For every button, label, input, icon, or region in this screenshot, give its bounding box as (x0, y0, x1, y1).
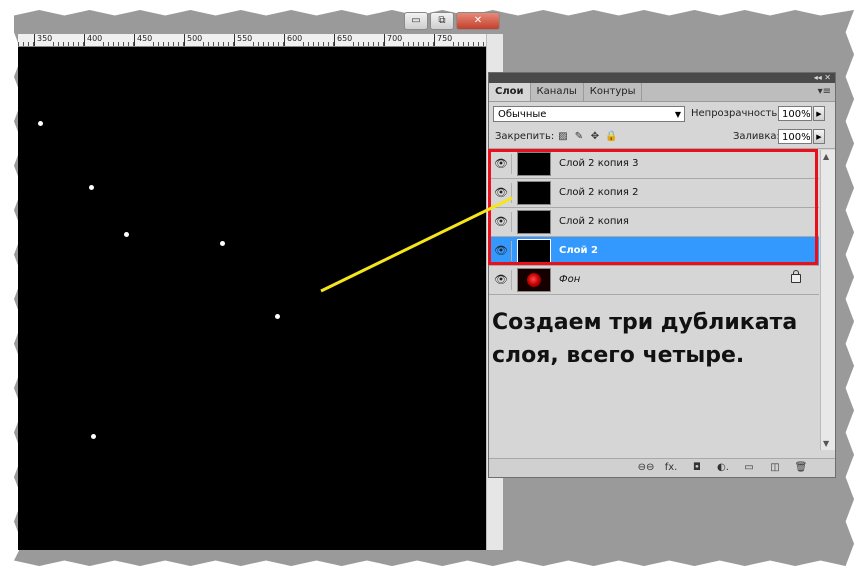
horizontal-ruler: 350 400 450 500 550 600 650 700 750 (18, 34, 486, 47)
eye-icon[interactable]: 👁 (491, 183, 512, 203)
layer-thumbnail (517, 152, 551, 176)
layer-name: Слой 2 копия 3 (559, 158, 639, 169)
minimize-button[interactable]: ▭ (404, 12, 428, 30)
document-canvas[interactable] (18, 47, 486, 550)
layer-name: Фон (559, 274, 581, 285)
panel-controls[interactable]: ◂◂ ✕ (814, 73, 831, 83)
fx-icon[interactable]: fx. (663, 461, 679, 475)
opacity-slider-button[interactable]: ▶ (813, 106, 825, 121)
close-button[interactable]: ✕ (456, 12, 500, 30)
ruler-tick: 750 (434, 34, 453, 46)
layer-row[interactable]: 👁 Слой 2 копия (489, 208, 819, 237)
lock-all-icon[interactable]: 🔒 (605, 131, 617, 142)
mask-icon[interactable]: ◘ (689, 461, 705, 475)
layers-panel: ◂◂ ✕ Слои Каналы Контуры ▾≡ Обычные ▼ Не… (488, 72, 836, 478)
fill-label: Заливка: (733, 131, 780, 142)
panel-bottom-bar: ⊖⊖ fx. ◘ ◐. ▭ ◫ 🗑 (489, 458, 835, 477)
layers-list: 👁 Слой 2 копия 3 👁 Слой 2 копия 2 👁 Слой… (489, 150, 819, 295)
ruler-tick: 600 (284, 34, 303, 46)
ruler-tick: 500 (184, 34, 203, 46)
ruler-tick: 700 (384, 34, 403, 46)
lock-transparent-icon[interactable]: ▨ (557, 131, 569, 142)
layer-row[interactable]: 👁 Слой 2 копия 2 (489, 179, 819, 208)
star-dot (220, 241, 225, 246)
fill-input[interactable]: 100% (778, 129, 812, 144)
layer-thumbnail (517, 210, 551, 234)
link-icon[interactable]: ⊖⊖ (635, 461, 657, 475)
tab-layers[interactable]: Слои (489, 83, 531, 101)
ruler-tick: 550 (234, 34, 253, 46)
ruler-tick: 650 (334, 34, 353, 46)
annotation-text: Создаем три дубликата слоя, всего четыре… (492, 310, 798, 368)
rose-image (527, 273, 541, 287)
lock-icon (791, 270, 801, 283)
blend-row: Обычные ▼ Непрозрачность: 100% ▶ (489, 102, 835, 126)
layer-thumbnail (517, 239, 551, 263)
panel-title-bar[interactable]: ◂◂ ✕ (489, 73, 835, 83)
layer-row[interactable]: 👁 Слой 2 копия 3 (489, 150, 819, 179)
layer-row-selected[interactable]: 👁 Слой 2 (489, 237, 819, 266)
star-dot (38, 121, 43, 126)
blend-mode-select[interactable]: Обычные ▼ (493, 106, 685, 122)
eye-icon[interactable]: 👁 (491, 154, 512, 174)
blend-mode-value: Обычные (498, 109, 547, 120)
lock-position-icon[interactable]: ✥ (589, 131, 601, 142)
layer-name: Слой 2 копия 2 (559, 187, 639, 198)
scroll-down-icon[interactable]: ▼ (823, 439, 829, 448)
window-buttons: ▭ ⧉ ✕ (404, 12, 500, 30)
scroll-up-icon[interactable]: ▲ (823, 152, 829, 161)
star-dot (124, 232, 129, 237)
layer-name: Слой 2 копия (559, 216, 629, 227)
panel-menu-icon[interactable]: ▾≡ (818, 86, 831, 97)
group-icon[interactable]: ▭ (741, 461, 757, 475)
restore-button[interactable]: ⧉ (430, 12, 454, 30)
adjustment-icon[interactable]: ◐. (715, 461, 731, 475)
new-layer-icon[interactable]: ◫ (767, 461, 783, 475)
lock-label: Закрепить: (495, 131, 555, 142)
opacity-label: Непрозрачность: (691, 108, 781, 119)
panel-tabs: Слои Каналы Контуры ▾≡ (489, 83, 835, 102)
ruler-tick: 450 (134, 34, 153, 46)
star-dot (275, 314, 280, 319)
star-dot (89, 185, 94, 190)
tab-channels[interactable]: Каналы (531, 83, 584, 101)
star-dot (91, 434, 96, 439)
lock-row: Закрепить: ▨ ✎ ✥ 🔒 Заливка: 100% ▶ (489, 126, 835, 149)
layer-name: Слой 2 (559, 245, 598, 256)
ruler-tick: 400 (84, 34, 103, 46)
eye-icon[interactable]: 👁 (491, 270, 512, 290)
trash-icon[interactable]: 🗑 (793, 461, 809, 475)
fill-slider-button[interactable]: ▶ (813, 129, 825, 144)
layer-row-background[interactable]: 👁 Фон (489, 266, 819, 295)
eye-icon[interactable]: 👁 (491, 212, 512, 232)
ruler-tick: 350 (34, 34, 53, 46)
opacity-input[interactable]: 100% (778, 106, 812, 121)
tab-paths[interactable]: Контуры (584, 83, 643, 101)
chevron-down-icon: ▼ (674, 110, 681, 119)
layers-scrollbar[interactable]: ▲ ▼ (820, 150, 835, 450)
rose-thumbnail (517, 268, 551, 292)
lock-pixels-icon[interactable]: ✎ (573, 131, 585, 142)
layer-thumbnail (517, 181, 551, 205)
eye-icon[interactable]: 👁 (491, 241, 512, 261)
